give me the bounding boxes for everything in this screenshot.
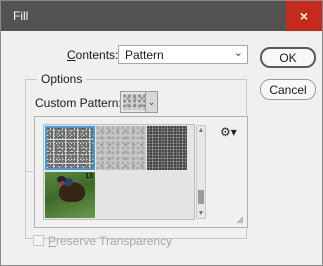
pattern-preview-swatch: [123, 94, 145, 110]
pattern-tile-badge: 13: [85, 173, 93, 180]
gear-icon[interactable]: ⚙▾: [220, 125, 237, 139]
options-legend: Options: [37, 72, 87, 86]
pattern-picker-popup: 13 ▲ ▼ ⚙▾ ◢: [34, 116, 248, 228]
pattern-tile-2[interactable]: [96, 126, 146, 170]
close-button[interactable]: ×: [286, 1, 322, 31]
close-icon: ×: [299, 8, 309, 24]
resize-grip-icon[interactable]: ◢: [236, 214, 243, 225]
scrollbar-thumb[interactable]: [198, 190, 204, 204]
ok-button[interactable]: OK: [260, 47, 316, 68]
pattern-tile-bird[interactable]: 13: [45, 172, 95, 218]
contents-select-value: Pattern: [125, 48, 164, 62]
chevron-down-icon: ⌄: [233, 47, 243, 59]
contents-label: Contents:: [67, 48, 118, 62]
custom-pattern-label: Custom Pattern:: [35, 96, 122, 110]
bird-image-wattle: [60, 181, 65, 185]
preserve-transparency-checkbox[interactable]: [33, 235, 44, 246]
dialog-title: Fill: [13, 9, 29, 23]
bird-image-body: [59, 182, 85, 202]
title-bar[interactable]: Fill ×: [1, 1, 322, 31]
fill-dialog: Fill × Contents: Pattern ⌄ OK Cancel Opt…: [0, 0, 323, 266]
obscured-group-edge: [25, 171, 33, 201]
cancel-button[interactable]: Cancel: [260, 79, 316, 100]
pattern-scrollbar[interactable]: ▲ ▼: [196, 125, 206, 219]
preserve-transparency-text: reserve Transparency: [56, 234, 173, 248]
scroll-down-icon[interactable]: ▼: [197, 210, 205, 217]
contents-select[interactable]: Pattern ⌄: [118, 45, 248, 64]
preserve-transparency-label: Preserve Transparency: [48, 234, 172, 248]
pattern-tile-1[interactable]: [45, 126, 95, 170]
pattern-grid: 13: [43, 124, 195, 220]
chevron-down-icon: ⌄: [145, 92, 157, 112]
contents-label-text: ontents:: [75, 48, 119, 62]
scroll-up-icon[interactable]: ▲: [197, 127, 205, 134]
custom-pattern-picker[interactable]: ⌄: [120, 91, 158, 113]
preserve-transparency-access-key: P: [48, 234, 57, 248]
pattern-tile-3[interactable]: [147, 126, 187, 170]
contents-label-access-key: C: [67, 48, 76, 62]
